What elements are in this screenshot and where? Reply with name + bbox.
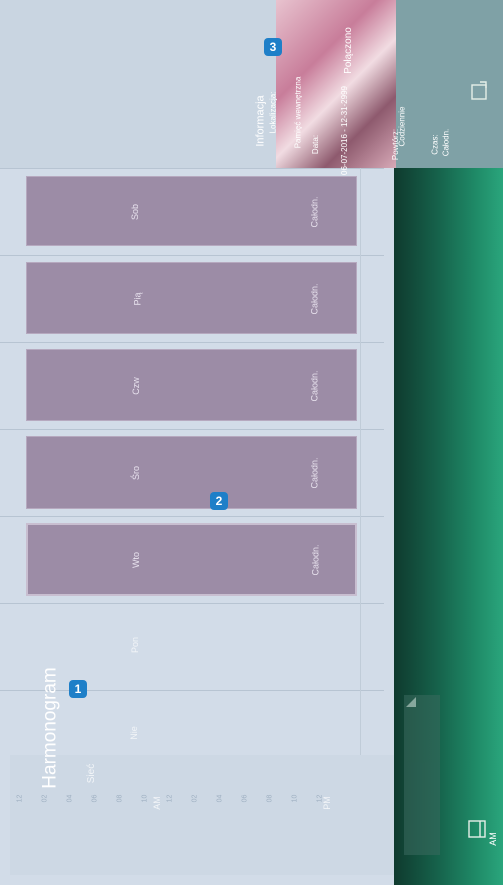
day-label: Pią — [132, 292, 143, 306]
badge-3: 3 — [264, 38, 282, 56]
duration-label: Całodn. — [309, 283, 320, 315]
export-icon[interactable] — [470, 80, 490, 102]
time-tick: 06 — [241, 794, 249, 803]
am-bottom-label: AM — [487, 832, 498, 846]
am-label: AM — [151, 796, 162, 810]
chevron-icon — [406, 697, 416, 707]
schedule-block-wto[interactable]: Wto Całodn. — [26, 523, 357, 596]
status-label: Połączono — [342, 27, 354, 74]
schedule-block-sob[interactable]: Sob Całodn. — [26, 176, 357, 246]
divider — [0, 168, 384, 169]
repeat-value: Codziennie — [397, 106, 407, 147]
time-tick: 02 — [41, 794, 49, 803]
day-label: Śro — [131, 465, 142, 481]
time-value: Całodn. — [441, 128, 451, 157]
network-label: Sieć — [86, 763, 98, 784]
schedule-block-czw[interactable]: Czw Całodn. — [26, 349, 357, 421]
scrollbar[interactable] — [404, 695, 440, 855]
time-tick: 10 — [291, 794, 299, 803]
duration-label: Całodn. — [309, 457, 320, 489]
duration-label: Całodn. — [309, 370, 320, 402]
time-tick: 12 — [16, 794, 24, 803]
schedule-block-pia[interactable]: Pią Całodn. — [26, 262, 357, 334]
time-tick: 08 — [266, 794, 274, 803]
time-label: Czas: — [430, 134, 440, 155]
time-tick: 12 — [316, 794, 324, 803]
time-tick: 10 — [141, 794, 149, 803]
day-label-pon: Pon — [130, 636, 141, 654]
time-tick: 04 — [216, 794, 224, 803]
date-label: Data: — [311, 134, 321, 155]
divider — [0, 255, 384, 256]
location-value: Pamięć wewnętrzna — [293, 76, 303, 149]
time-tick: 06 — [91, 794, 99, 803]
day-label-nie: Nie — [128, 726, 139, 740]
date-value: 06-07-2016 - 12-31-2999 — [339, 86, 349, 175]
day-label: Czw — [130, 377, 141, 395]
divider — [0, 342, 384, 343]
badge-2: 2 — [210, 492, 228, 510]
schedule-block-sro[interactable]: Śro Całodn. — [26, 436, 357, 509]
calendar-icon[interactable] — [466, 818, 490, 842]
divider — [360, 168, 361, 778]
time-tick: 04 — [66, 794, 74, 803]
info-title: Informacja — [254, 95, 267, 147]
location-label: Lokalizacja: — [268, 91, 278, 134]
time-tick: 02 — [191, 794, 199, 803]
day-label: Sob — [130, 203, 141, 221]
divider — [0, 516, 384, 517]
time-axis-panel — [10, 755, 394, 875]
time-tick: 12 — [166, 794, 174, 803]
time-tick: 08 — [116, 794, 124, 803]
duration-label: Całodn. — [310, 544, 321, 576]
divider — [0, 603, 384, 604]
duration-label: Całodn. — [309, 196, 320, 228]
day-label: Wto — [131, 551, 142, 569]
divider — [0, 429, 384, 430]
page-title: Harmonogram — [39, 667, 61, 789]
badge-1: 1 — [69, 680, 87, 698]
